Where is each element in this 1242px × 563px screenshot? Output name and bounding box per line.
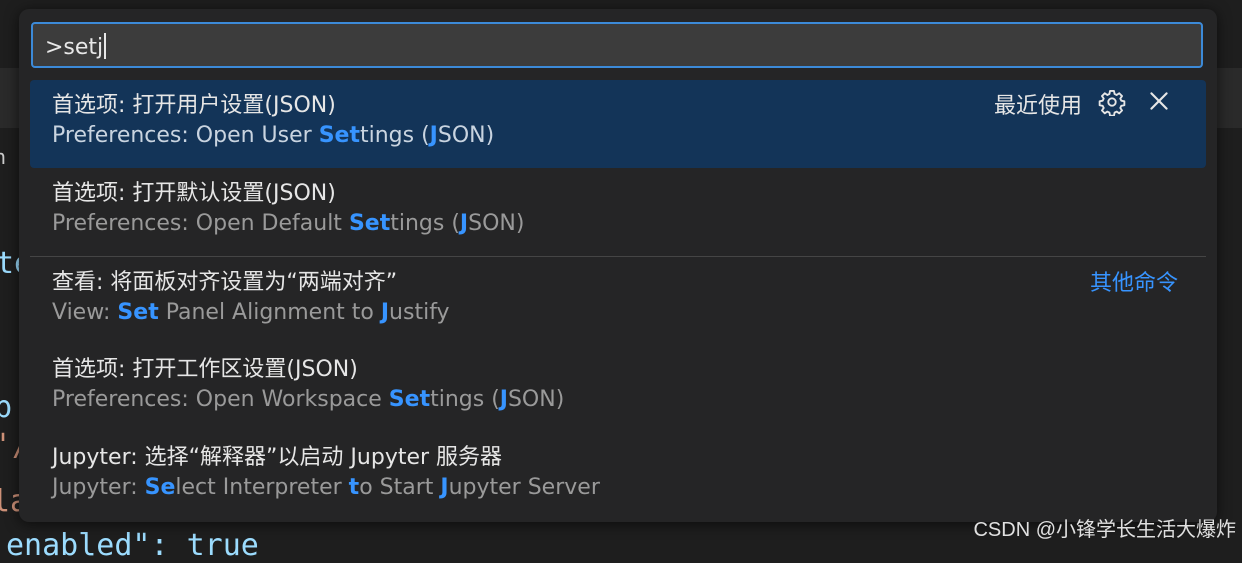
- detail-text: Jupyter:: [52, 475, 145, 500]
- command-input-text[interactable]: >setj: [45, 33, 107, 60]
- command-input[interactable]: >setj: [31, 22, 1203, 68]
- gear-icon[interactable]: [1098, 88, 1126, 116]
- detail-text: SON): [507, 387, 565, 412]
- command-detail: Jupyter: Select Interpreter to Start Jup…: [52, 475, 600, 500]
- detail-text: SON): [437, 123, 495, 148]
- command-palette: >setj 首选项: 打开用户设置(JSON) Preferences: Ope…: [19, 9, 1217, 522]
- detail-text: tings (: [430, 387, 500, 412]
- watermark: CSDN @小锋学长生活大爆炸: [973, 519, 1236, 541]
- match-highlight: Set: [388, 387, 431, 412]
- match-highlight: J: [499, 387, 508, 412]
- command-label: 首选项: 打开默认设置(JSON): [52, 181, 336, 206]
- command-result-list: 首选项: 打开用户设置(JSON) Preferences: Open User…: [30, 80, 1206, 520]
- match-highlight: J: [380, 300, 390, 325]
- detail-text: Preferences: Open Default: [52, 211, 349, 236]
- editor-text-fragment: n: [0, 145, 7, 169]
- other-commands-label: 其他命令: [1089, 271, 1178, 296]
- match-highlight: J: [429, 123, 438, 148]
- text-caret: [104, 33, 107, 59]
- command-item[interactable]: 首选项: 打开用户设置(JSON) Preferences: Open User…: [30, 80, 1206, 168]
- detail-text: Preferences: Open User: [52, 123, 319, 148]
- match-highlight: Set: [318, 123, 360, 148]
- command-item[interactable]: 首选项: 打开默认设置(JSON) Preferences: Open Defa…: [30, 168, 1206, 256]
- command-label: 首选项: 打开用户设置(JSON): [52, 93, 336, 118]
- detail-text: View:: [52, 300, 118, 325]
- command-detail: Preferences: Open User Settings (JSON): [52, 123, 494, 148]
- command-label: 首选项: 打开工作区设置(JSON): [52, 357, 358, 382]
- match-highlight: Se: [144, 475, 176, 500]
- match-highlight: Set: [117, 300, 159, 325]
- match-highlight: J: [440, 475, 449, 500]
- detail-text: Preferences: Open Workspace: [52, 387, 389, 412]
- command-input-value: >setj: [45, 35, 104, 60]
- editor-text-fragment: enabled": true: [6, 528, 259, 563]
- command-detail: Preferences: Open Default Settings (JSON…: [52, 211, 524, 236]
- detail-text: o Start: [359, 475, 441, 500]
- command-item[interactable]: Jupyter: 选择“解释器”以启动 Jupyter 服务器 Jupyter:…: [30, 432, 1206, 520]
- detail-text: ustify: [389, 300, 450, 325]
- match-highlight: t: [348, 475, 360, 500]
- detail-text: tings (: [359, 123, 430, 148]
- recently-used-label: 最近使用: [993, 94, 1082, 119]
- command-detail: View: Set Panel Alignment to Justify: [52, 300, 450, 325]
- detail-text: Panel Alignment to: [158, 300, 381, 325]
- match-highlight: Set: [348, 211, 391, 236]
- close-icon[interactable]: [1146, 88, 1172, 114]
- detail-text: lect Interpreter: [175, 475, 349, 500]
- detail-text: upyter Server: [448, 475, 600, 500]
- editor-text-fragment: b: [0, 390, 13, 425]
- command-item[interactable]: 首选项: 打开工作区设置(JSON) Preferences: Open Wor…: [30, 344, 1206, 432]
- detail-text: SON): [468, 211, 525, 236]
- command-item[interactable]: 查看: 将面板对齐设置为“两端对齐” View: Set Panel Align…: [30, 256, 1206, 344]
- command-label: Jupyter: 选择“解释器”以启动 Jupyter 服务器: [52, 445, 503, 470]
- match-highlight: J: [459, 211, 469, 236]
- command-detail: Preferences: Open Workspace Settings (JS…: [52, 387, 564, 412]
- command-label: 查看: 将面板对齐设置为“两端对齐”: [52, 270, 398, 295]
- detail-text: tings (: [390, 211, 460, 236]
